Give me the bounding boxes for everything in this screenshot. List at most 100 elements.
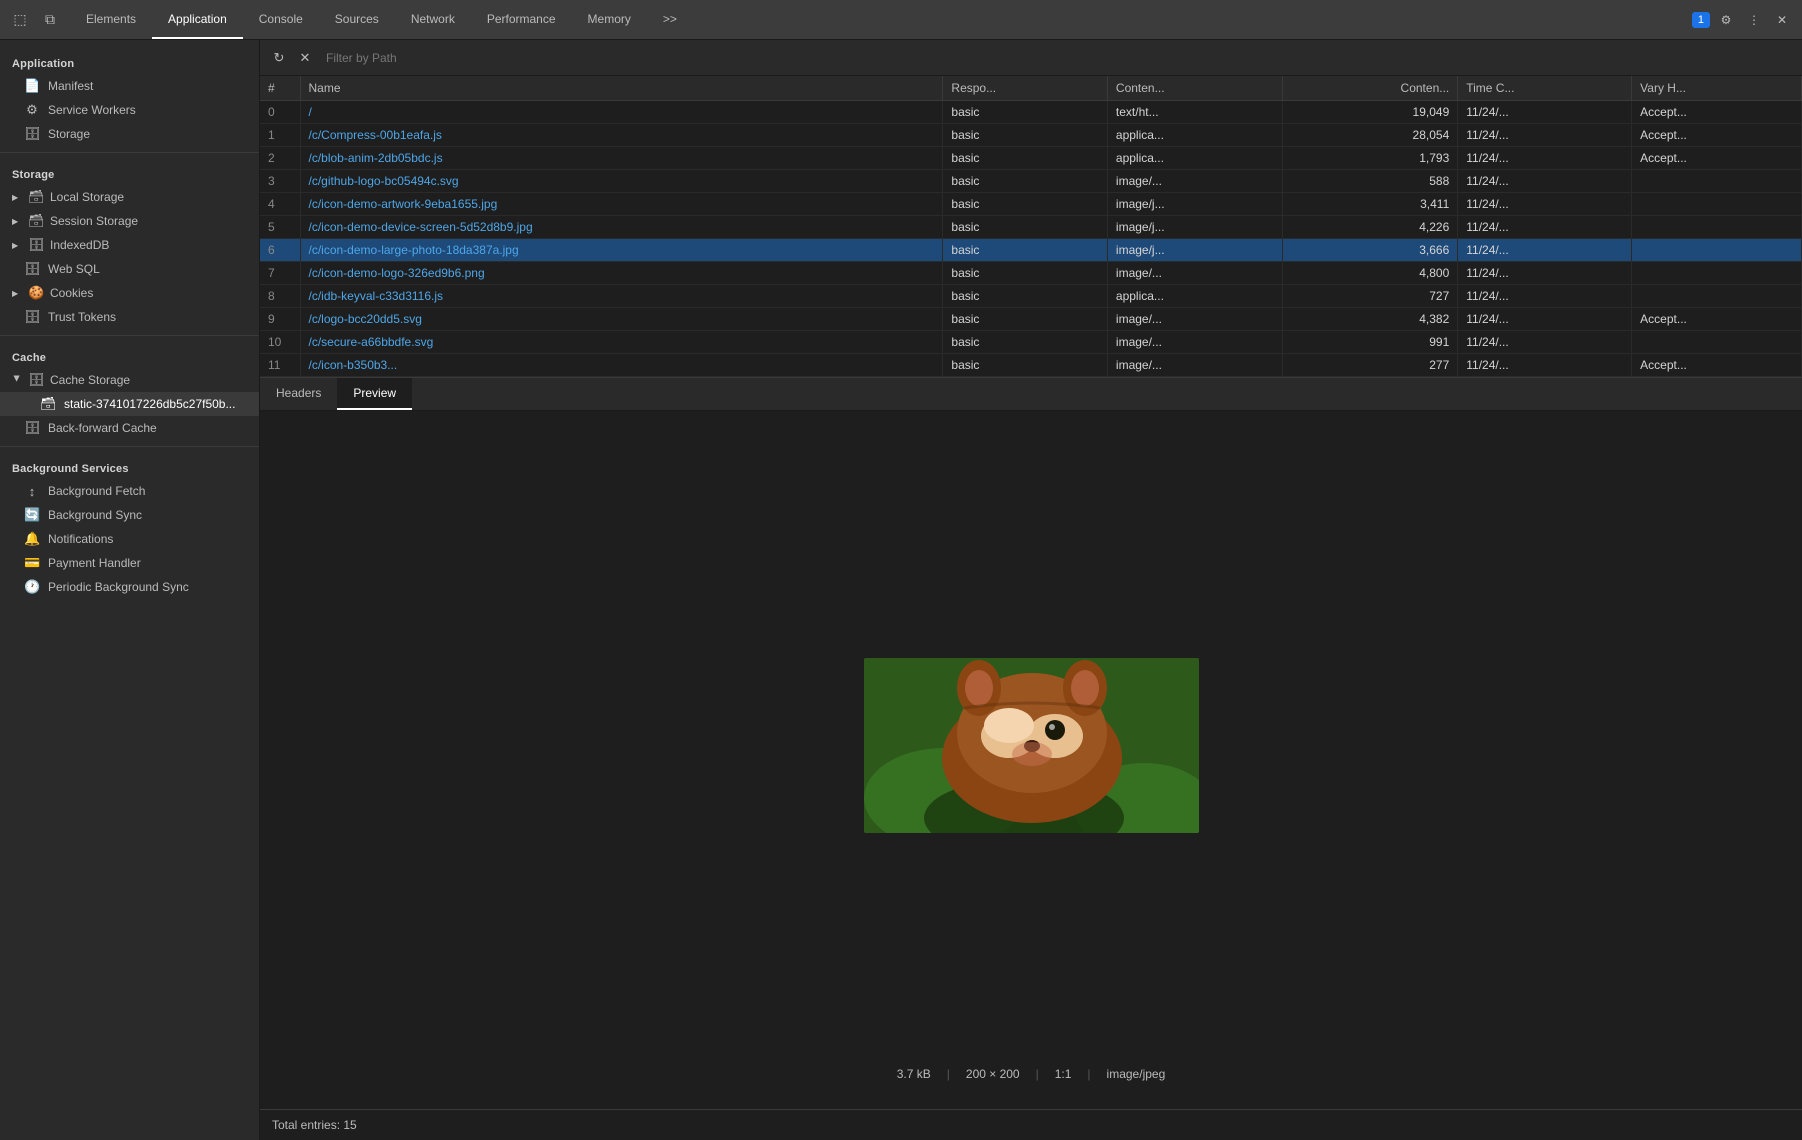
tab-headers[interactable]: Headers [260,378,337,410]
table-cell: 6 [260,239,300,262]
total-entries: Total entries: 15 [272,1118,357,1132]
sidebar-service-workers-label: Service Workers [48,103,136,117]
cache-table: # Name Respo... Conten... Conten... Time… [260,76,1802,378]
table-row[interactable]: 7/c/icon-demo-logo-326ed9b6.pngbasicimag… [260,262,1802,285]
preview-content: 3.7 kB | 200 × 200 | 1:1 | image/jpeg [260,411,1802,1109]
table-header-row: # Name Respo... Conten... Conten... Time… [260,76,1802,101]
notifications-label: Notifications [48,532,113,546]
tab-sources[interactable]: Sources [319,0,395,39]
indexeddb-icon: 🗄 [28,237,44,253]
table-cell: 11 [260,354,300,377]
table-cell: 588 [1283,170,1458,193]
sidebar-item-cache-storage[interactable]: ▶ 🗄 Cache Storage [0,368,259,392]
col-header-content-length: Conten... [1283,76,1458,101]
filter-input[interactable] [320,51,1794,65]
table-row[interactable]: 6/c/icon-demo-large-photo-18da387a.jpgba… [260,239,1802,262]
table-cell: 11/24/... [1458,147,1632,170]
preview-mime: image/jpeg [1107,1067,1166,1081]
toolbar-left-icons: ⬚ ⧉ [0,8,70,32]
table-cell: 4,226 [1283,216,1458,239]
manifest-icon: 📄 [24,78,40,94]
tab-network[interactable]: Network [395,0,471,39]
table-row[interactable]: 4/c/icon-demo-artwork-9eba1655.jpgbasici… [260,193,1802,216]
table-cell: 11/24/... [1458,101,1632,124]
table-cell-name: /c/blob-anim-2db05bdc.js [300,147,943,170]
table-row[interactable]: 5/c/icon-demo-device-screen-5d52d8b9.jpg… [260,216,1802,239]
sidebar-item-payment-handler[interactable]: 💳 Payment Handler [0,551,259,575]
sidebar-item-manifest[interactable]: 📄 Manifest [0,74,259,98]
storage-icon: 🗄 [24,126,40,142]
tab-more[interactable]: >> [647,0,693,39]
cookies-icon: 🍪 [28,285,44,301]
sidebar-item-service-workers[interactable]: ⚙ Service Workers [0,98,259,122]
table-cell [1632,216,1802,239]
table-row[interactable]: 8/c/idb-keyval-c33d3116.jsbasicapplica..… [260,285,1802,308]
table-cell: Accept... [1632,124,1802,147]
table-cell: 28,054 [1283,124,1458,147]
table-cell: 11/24/... [1458,308,1632,331]
table-cell-name: /c/icon-b350b3... [300,354,943,377]
table-cell: basic [943,308,1108,331]
table-row[interactable]: 3/c/github-logo-bc05494c.svgbasicimage/.… [260,170,1802,193]
service-workers-icon: ⚙ [24,102,40,118]
sidebar-item-cookies[interactable]: ▶ 🍪 Cookies [0,281,259,305]
sidebar-item-indexeddb[interactable]: ▶ 🗄 IndexedDB [0,233,259,257]
table-cell: basic [943,239,1108,262]
sidebar-item-trust-tokens[interactable]: 🗄 Trust Tokens [0,305,259,329]
device-icon[interactable]: ⧉ [38,8,62,32]
toolbar-right: 1 ⚙ ⋮ ✕ [1692,8,1802,32]
table-cell: basic [943,354,1108,377]
table-cell: Accept... [1632,101,1802,124]
table-cell-name: /c/Compress-00b1eafa.js [300,124,943,147]
web-sql-icon: 🗄 [24,261,40,277]
local-storage-icon: 🗃 [28,189,44,205]
table-cell: applica... [1107,285,1282,308]
static-cache-icon: 🗃 [40,396,56,412]
sidebar-item-background-fetch[interactable]: ↕ Background Fetch [0,479,259,503]
tab-performance[interactable]: Performance [471,0,572,39]
more-options-icon[interactable]: ⋮ [1742,8,1766,32]
chevron-local-storage: ▶ [12,193,22,202]
table-cell: image/... [1107,354,1282,377]
table-row[interactable]: 10/c/secure-a66bbdfe.svgbasicimage/...99… [260,331,1802,354]
tab-console[interactable]: Console [243,0,319,39]
table-cell: 11/24/... [1458,331,1632,354]
main-layout: Application 📄 Manifest ⚙ Service Workers… [0,40,1802,1140]
payment-handler-label: Payment Handler [48,556,141,570]
inspect-icon[interactable]: ⬚ [8,8,32,32]
table-row[interactable]: 1/c/Compress-00b1eafa.jsbasicapplica...2… [260,124,1802,147]
sidebar-item-session-storage[interactable]: ▶ 🗃 Session Storage [0,209,259,233]
table-row[interactable]: 2/c/blob-anim-2db05bdc.jsbasicapplica...… [260,147,1802,170]
table-cell: basic [943,216,1108,239]
sidebar-item-web-sql[interactable]: 🗄 Web SQL [0,257,259,281]
console-badge[interactable]: 1 [1692,12,1710,28]
sidebar-item-local-storage[interactable]: ▶ 🗃 Local Storage [0,185,259,209]
table-cell: 9 [260,308,300,331]
refresh-button[interactable]: ↻ [268,47,290,69]
sidebar-item-notifications[interactable]: 🔔 Notifications [0,527,259,551]
sidebar-item-static-cache[interactable]: 🗃 static-3741017226db5c27f50b... [0,392,259,416]
table-row[interactable]: 0/basictext/ht...19,04911/24/...Accept..… [260,101,1802,124]
content-area: ↻ ✕ # Name Respo... Conten... Conten... … [260,40,1802,1140]
chevron-cache-storage: ▶ [13,375,22,385]
tab-application[interactable]: Application [152,0,243,39]
sidebar-item-periodic-bg-sync[interactable]: 🕐 Periodic Background Sync [0,575,259,599]
tab-memory[interactable]: Memory [572,0,647,39]
sidebar-item-background-sync[interactable]: 🔄 Background Sync [0,503,259,527]
tab-elements[interactable]: Elements [70,0,152,39]
sidebar-item-back-forward-cache[interactable]: 🗄 Back-forward Cache [0,416,259,440]
tab-preview[interactable]: Preview [337,378,412,410]
payment-handler-icon: 💳 [24,555,40,571]
table-cell: 11/24/... [1458,285,1632,308]
chevron-session-storage: ▶ [12,217,22,226]
table-row[interactable]: 9/c/logo-bcc20dd5.svgbasicimage/...4,382… [260,308,1802,331]
back-forward-cache-icon: 🗄 [24,420,40,436]
close-icon[interactable]: ✕ [1770,8,1794,32]
sidebar-item-storage[interactable]: 🗄 Storage [0,122,259,146]
table-row[interactable]: 11/c/icon-b350b3...basicimage/...27711/2… [260,354,1802,377]
clear-button[interactable]: ✕ [294,47,316,69]
settings-icon[interactable]: ⚙ [1714,8,1738,32]
table-cell: 0 [260,101,300,124]
cookies-label: Cookies [50,286,93,300]
background-fetch-icon: ↕ [24,484,40,499]
